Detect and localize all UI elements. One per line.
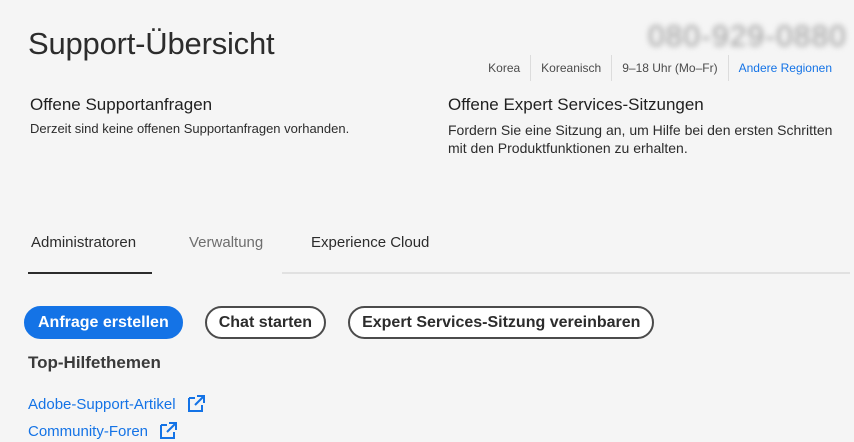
schedule-session-button[interactable]: Expert Services-Sitzung vereinbaren	[348, 306, 655, 339]
region-country: Korea	[488, 61, 521, 75]
open-requests-section: Offene Supportanfragen Derzeit sind kein…	[30, 95, 360, 137]
open-sessions-section: Offene Expert Services-Sitzungen Fordern…	[448, 95, 838, 157]
page-title: Support-Übersicht	[28, 26, 275, 61]
help-topics-heading: Top-Hilfethemen	[28, 353, 161, 372]
support-overview-page: Support-Übersicht 080-929-0880 Korea Kor…	[0, 0, 854, 442]
start-chat-button[interactable]: Chat starten	[204, 306, 327, 339]
open-requests-text: Derzeit sind keine offenen Supportanfrag…	[30, 121, 350, 136]
external-link-icon	[186, 394, 206, 414]
region-hours: 9–18 Uhr (Mo–Fr)	[611, 55, 727, 81]
open-requests-heading: Offene Supportanfragen	[30, 95, 213, 114]
support-articles-link[interactable]: Adobe-Support-Artikel	[28, 394, 206, 414]
action-buttons: Anfrage erstellen Chat starten Expert Se…	[24, 306, 655, 339]
open-sessions-text: Fordern Sie eine Sitzung an, um Hilfe be…	[448, 122, 833, 156]
active-tab-indicator	[28, 272, 152, 274]
tab-administratoren[interactable]: Administratoren	[31, 224, 136, 272]
external-link-icon	[158, 421, 178, 441]
support-phone-number: 080-929-0880	[648, 20, 847, 53]
create-request-button[interactable]: Anfrage erstellen	[24, 306, 183, 339]
other-regions-link[interactable]: Andere Regionen	[727, 55, 842, 81]
open-sessions-heading: Offene Expert Services-Sitzungen	[448, 95, 704, 114]
region-bar: Korea Koreanisch 9–18 Uhr (Mo–Fr) Andere…	[478, 55, 842, 81]
support-articles-label: Adobe-Support-Artikel	[28, 395, 176, 413]
community-forums-label: Community-Foren	[28, 422, 149, 440]
tab-divider	[282, 272, 850, 274]
community-forums-link[interactable]: Community-Foren	[28, 421, 178, 441]
tab-experience-cloud[interactable]: Experience Cloud	[311, 224, 429, 272]
tab-bar: Administratoren Verwaltung Experience Cl…	[28, 224, 850, 274]
tab-verwaltung[interactable]: Verwaltung	[189, 224, 263, 272]
region-language: Koreanisch	[530, 55, 611, 81]
